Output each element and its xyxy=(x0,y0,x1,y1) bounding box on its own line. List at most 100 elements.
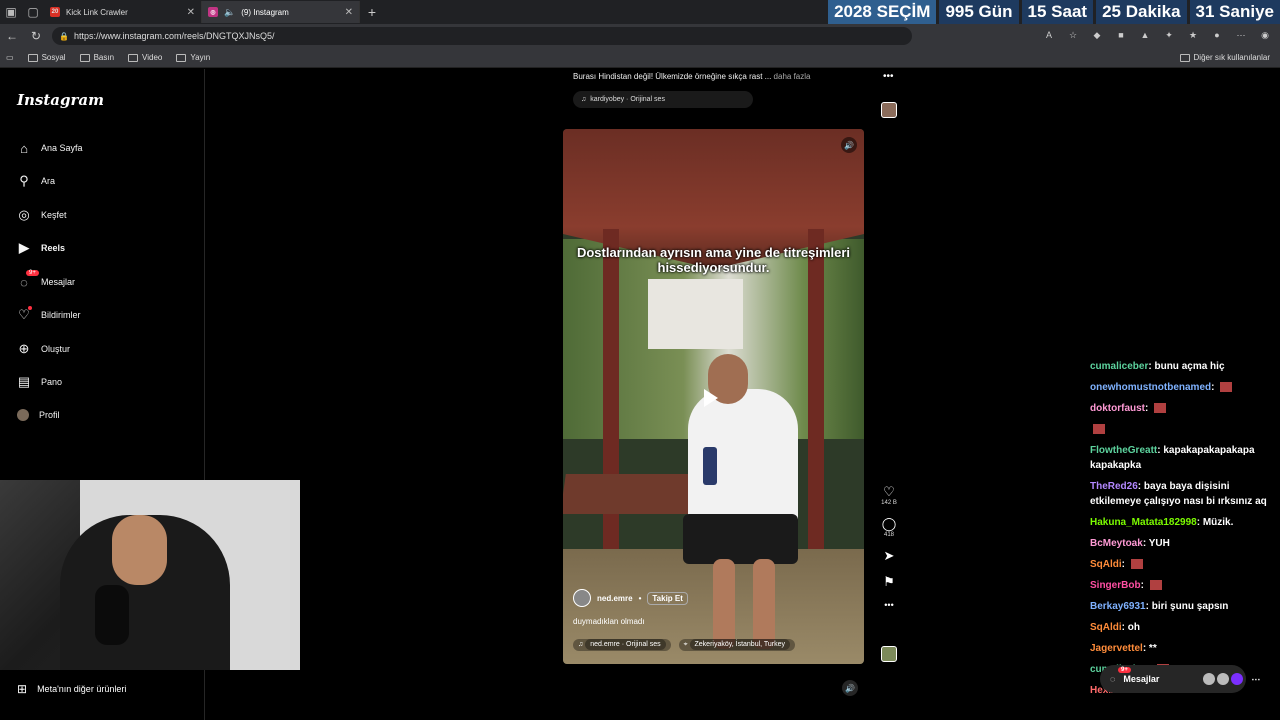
chat-text: YUH xyxy=(1148,538,1170,549)
kick-favicon: 20 xyxy=(50,7,60,17)
chat-separator: : xyxy=(1211,382,1218,393)
chat-message: SqAldi: oh xyxy=(1090,620,1276,635)
avatar xyxy=(17,409,29,421)
bookmark-video[interactable]: Video xyxy=(128,53,162,62)
workspaces-icon[interactable]: ▣ xyxy=(0,1,22,23)
sidebar-item-dashboard[interactable]: ▤ Pano xyxy=(17,374,62,389)
sidebar-item-label: Ara xyxy=(41,176,56,186)
comment-icon[interactable]: ◯ xyxy=(882,516,897,532)
video-person-leg xyxy=(713,559,735,649)
more-icon[interactable]: ⋯ xyxy=(1251,674,1260,685)
instagram-page: Instagram ⌂ Ana Sayfa ⚲ Ara ◎ Keşfet ▶ Reels… xyxy=(0,69,1280,720)
more-icon[interactable]: ••• xyxy=(883,71,894,82)
sidebar-item-notifications[interactable]: ♡ Bildirimler xyxy=(17,306,81,322)
meta-more-label: Meta'nın diğer ürünleri xyxy=(37,684,127,694)
folder-icon xyxy=(128,53,139,62)
home-icon: ⌂ xyxy=(20,140,28,156)
play-icon[interactable] xyxy=(704,389,718,407)
close-icon[interactable]: ✕ xyxy=(345,7,353,18)
reel-audio-link[interactable]: ♫ ned.emre · Orijinal ses xyxy=(573,639,671,651)
chat-username: Jagervettel xyxy=(1090,643,1143,654)
other-bookmarks[interactable]: Diğer sık kullanılanlar xyxy=(1179,53,1270,62)
sidebar-item-explore[interactable]: ◎ Keşfet xyxy=(17,207,67,222)
close-icon[interactable]: ✕ xyxy=(187,7,195,18)
reel-username[interactable]: ned.emre xyxy=(597,594,633,603)
read-aloud-icon[interactable]: A xyxy=(1042,28,1056,42)
share-icon[interactable]: ➤ xyxy=(884,548,895,564)
tab-title: Kick Link Crawler xyxy=(66,7,128,17)
heart-icon: ♡ xyxy=(18,307,30,322)
bookmark-sosyal[interactable]: Sosyal xyxy=(27,53,66,62)
more-icon[interactable]: ••• xyxy=(884,600,893,610)
sidebar-item-search[interactable]: ⚲ Ara xyxy=(17,173,56,188)
reel-location-label: Zekeriyaköy, İstanbul, Turkey xyxy=(689,639,791,650)
chat-username: cumaliceber xyxy=(1090,361,1149,372)
reel-video[interactable]: Dostlarından ayrısın ama yine de titreşi… xyxy=(563,129,864,664)
previous-reel-thumbnail[interactable] xyxy=(881,102,897,118)
bookmark-basin[interactable]: Basın xyxy=(79,53,115,62)
messages-bar[interactable]: ◌ 9+ Mesajlar ⋯ xyxy=(1100,665,1260,693)
extension-icon[interactable]: ▲ xyxy=(1138,28,1152,42)
chat-separator: : xyxy=(1121,559,1128,570)
url-field[interactable]: 🔒 https://www.instagram.com/reels/DNGTQX… xyxy=(52,27,912,45)
reel-actions: ♡ 142 B ◯ 418 ➤ ⚑ ••• xyxy=(875,474,903,610)
reel-author: ned.emre • Takip Et xyxy=(573,589,688,607)
grid-icon: ⊞ xyxy=(17,682,28,696)
speaker-icon[interactable]: 🔈 xyxy=(224,7,235,18)
reel-caption: Burası Hindistan değil! Ülkemizde örneği… xyxy=(573,72,810,81)
chat-username: FlowtheGreatt xyxy=(1090,445,1158,456)
meta-more-products[interactable]: ⊞ Meta'nın diğer ürünleri xyxy=(17,682,126,696)
chat-username: Hakuna_Matata182998 xyxy=(1090,517,1197,528)
avatar[interactable] xyxy=(573,589,591,607)
tab-instagram[interactable]: ◎ 🔈 (9) Instagram ✕ xyxy=(202,1,360,23)
audio-pill[interactable]: ♫ kardiyobey · Orijinal ses xyxy=(573,91,753,108)
tab-kick-link-crawler[interactable]: 20 Kick Link Crawler ✕ xyxy=(44,1,202,23)
chat-text: ** xyxy=(1148,643,1157,654)
message-avatars xyxy=(1203,673,1244,685)
sidebar-item-profile[interactable]: Profil xyxy=(17,409,60,421)
avatar xyxy=(1217,673,1230,685)
sidebar-item-label: Keşfet xyxy=(41,210,67,220)
bookmark-label: Yayın xyxy=(190,53,211,62)
tab-actions-icon[interactable]: ▢ xyxy=(22,1,44,23)
avatar xyxy=(1203,673,1216,685)
favorites-icon[interactable]: ★ xyxy=(1186,28,1200,42)
volume-icon[interactable]: 🔊 xyxy=(842,680,858,696)
comment-count: 418 xyxy=(883,532,894,538)
bookmarks-bar: ▭ Sosyal Basın Video Yayın Diğer sık kul… xyxy=(0,48,1280,68)
countdown-minutes: 25 Dakika xyxy=(1096,0,1187,24)
countdown-label: 2028 SEÇİM xyxy=(828,0,937,24)
copilot-icon[interactable]: ◉ xyxy=(1258,28,1272,42)
emote-icon xyxy=(1093,424,1105,435)
next-reel-thumbnail[interactable] xyxy=(881,646,897,662)
star-icon[interactable]: ☆ xyxy=(1066,28,1080,42)
bookmark-label: Basın xyxy=(93,53,115,62)
follow-button[interactable]: Takip Et xyxy=(647,591,688,605)
instagram-logo[interactable]: Instagram xyxy=(17,91,104,109)
sidebar-item-label: Ana Sayfa xyxy=(41,143,83,153)
reload-icon[interactable]: ↻ xyxy=(24,29,48,43)
sidebar-item-reels[interactable]: ▶ Reels xyxy=(17,240,65,255)
sidebar-item-create[interactable]: ⊕ Oluştur xyxy=(17,341,70,356)
reel-location-link[interactable]: ⌖ Zekeriyaköy, İstanbul, Turkey xyxy=(678,639,796,651)
sidebar-item-home[interactable]: ⌂ Ana Sayfa xyxy=(17,140,83,156)
caption-more-link[interactable]: daha fazla xyxy=(774,72,811,81)
back-icon[interactable]: ← xyxy=(0,29,24,43)
chat-message: cumaliceber: bunu açma hiç xyxy=(1090,359,1276,374)
puzzle-icon[interactable]: ✦ xyxy=(1162,28,1176,42)
bookmark-yayin[interactable]: Yayın xyxy=(176,53,210,62)
bookmark-icon[interactable]: ⚑ xyxy=(883,574,895,590)
avatar[interactable]: ● xyxy=(1210,28,1224,42)
reel-description: duymadıklan olmadı xyxy=(573,617,645,626)
instagram-favicon: ◎ xyxy=(208,7,218,17)
microphone-icon xyxy=(95,585,129,645)
plus-icon[interactable]: + xyxy=(360,4,384,20)
more-icon[interactable]: ⋯ xyxy=(1234,28,1248,42)
extension-icon[interactable]: ◆ xyxy=(1090,28,1104,42)
like-icon[interactable]: ♡ xyxy=(883,484,895,500)
video-person-shorts xyxy=(683,514,798,564)
volume-icon[interactable]: 🔊 xyxy=(841,137,857,153)
sidebar-item-messages[interactable]: ◌ 9+ Mesajlar xyxy=(17,270,75,290)
extension-icon[interactable]: ■ xyxy=(1114,28,1128,42)
collections-icon[interactable]: ▭ xyxy=(6,53,14,62)
